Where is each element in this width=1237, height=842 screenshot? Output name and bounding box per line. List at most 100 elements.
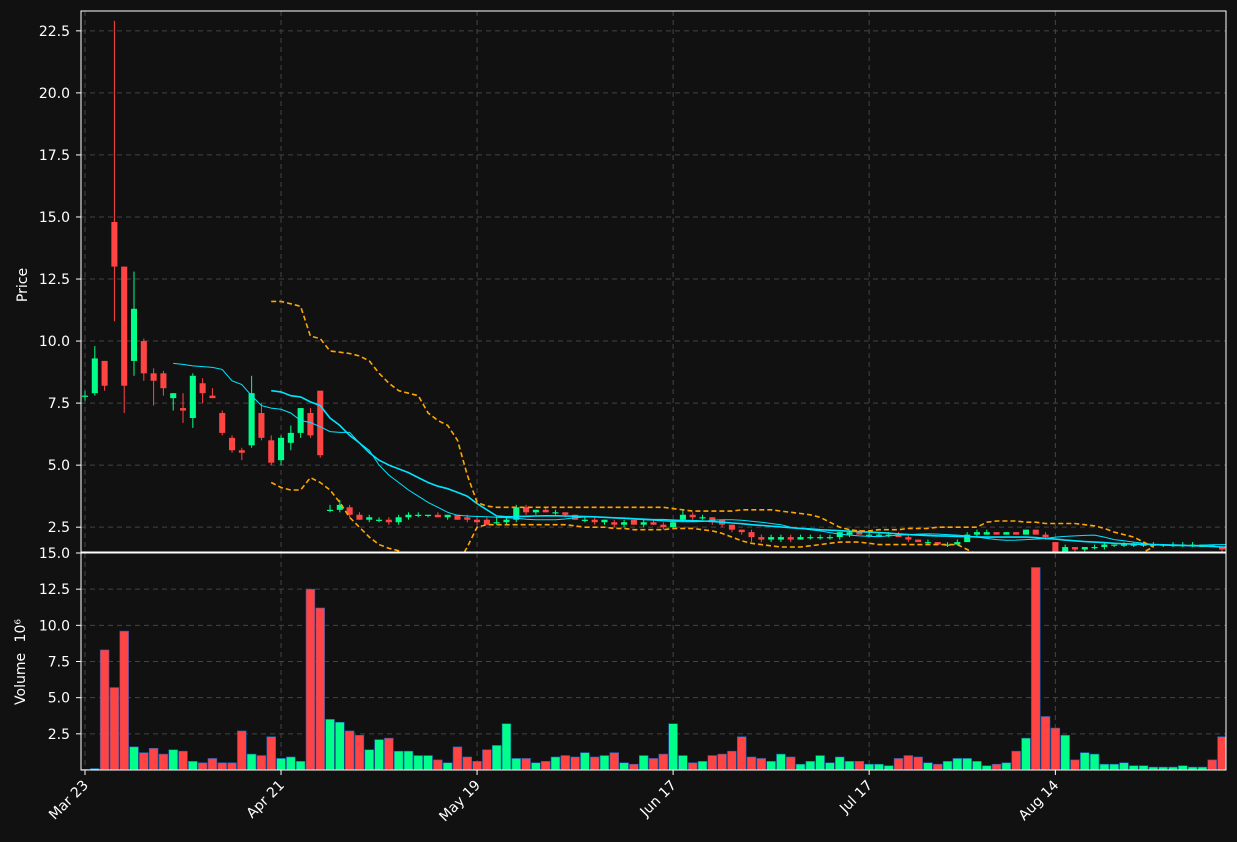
volume-bar xyxy=(364,749,374,770)
volume-bar xyxy=(246,753,257,770)
candle-body xyxy=(327,509,334,512)
candle-body xyxy=(209,395,216,399)
candle-body xyxy=(493,522,500,524)
volume-bar xyxy=(158,753,169,770)
candle-body xyxy=(621,522,628,525)
volume-bar xyxy=(462,756,472,770)
candle-body xyxy=(787,537,794,540)
volume-bar xyxy=(178,750,188,770)
volume-bar xyxy=(442,762,453,770)
candle-body xyxy=(748,532,755,538)
volume-bar xyxy=(570,756,580,770)
price-ytick-label: 17.5 xyxy=(39,148,70,164)
candle-body xyxy=(1111,544,1118,546)
volume-bar xyxy=(1119,762,1129,770)
price-ytick-label: 7.5 xyxy=(48,396,70,412)
volume-axis-label: Volume 10⁶ xyxy=(13,619,29,705)
volume-bar xyxy=(619,762,629,770)
candle-body xyxy=(434,514,441,518)
candle-body xyxy=(395,517,402,523)
candle-body xyxy=(552,512,559,514)
volume-bar xyxy=(687,762,698,770)
candle-body xyxy=(111,221,118,267)
volume-bar xyxy=(217,762,227,770)
candle-body xyxy=(1062,547,1069,552)
volume-bar xyxy=(305,588,316,770)
volume-bar xyxy=(423,755,433,770)
candle-body xyxy=(768,537,775,540)
candle-body xyxy=(699,517,706,519)
candle-body xyxy=(924,542,931,544)
chart-canvas: 2.5 5.0 7.5 10.0 12.5 15.0 17.5 20.0 22.5 2.5 5.0… xyxy=(0,0,1237,842)
candle-body xyxy=(150,373,157,381)
volume-bar xyxy=(168,749,178,770)
volume-bar xyxy=(903,755,914,770)
candle-body xyxy=(287,432,294,443)
volume-bar xyxy=(325,719,335,770)
volume-bar xyxy=(991,763,1002,770)
candle-body xyxy=(91,358,98,394)
volume-bar xyxy=(237,730,247,770)
volume-bar xyxy=(1080,752,1090,770)
volume-bar xyxy=(1060,734,1070,770)
volume-bar xyxy=(227,762,237,770)
volume-ytick-label: 2.5 xyxy=(48,727,70,743)
volume-bar xyxy=(629,763,639,770)
volume-bar xyxy=(697,761,708,770)
volume-bar xyxy=(1040,716,1051,770)
volume-bar xyxy=(482,749,492,770)
candle-body xyxy=(915,539,922,543)
volume-bar xyxy=(893,758,904,770)
volume-scale-label: 10⁶ xyxy=(13,619,29,643)
candle-body xyxy=(1101,544,1108,548)
volume-bar xyxy=(1178,765,1188,770)
volume-bar xyxy=(874,763,884,770)
volume-bar xyxy=(374,739,384,770)
volume-bar xyxy=(521,758,531,770)
candle-body xyxy=(1013,532,1020,535)
candle-body xyxy=(826,537,833,539)
candle-body xyxy=(228,437,236,451)
candle-body xyxy=(1052,542,1059,552)
volume-bar xyxy=(315,607,325,770)
candle-body xyxy=(679,514,686,520)
volume-bar xyxy=(609,752,620,770)
volume-bar xyxy=(844,761,855,770)
volume-bar xyxy=(413,755,423,770)
volume-bar xyxy=(501,723,512,770)
candle-body xyxy=(366,517,373,520)
candle-body xyxy=(307,413,314,436)
volume-bar xyxy=(393,750,404,770)
volume-bar xyxy=(599,755,610,770)
volume-bar xyxy=(962,758,972,770)
candle-body xyxy=(650,522,657,525)
candle-body xyxy=(670,522,677,528)
volume-bar xyxy=(335,721,345,770)
volume-bar xyxy=(746,756,757,770)
candle-body xyxy=(189,375,196,418)
volume-bar xyxy=(864,763,874,770)
volume-bar xyxy=(472,761,482,770)
candle-body xyxy=(1032,529,1039,535)
volume-bar xyxy=(256,755,267,770)
candle-body xyxy=(425,514,432,516)
candle-body xyxy=(444,514,451,518)
volume-bar xyxy=(491,745,502,770)
price-plot-area xyxy=(81,11,1226,552)
volume-bar xyxy=(1031,567,1041,770)
volume-bar xyxy=(580,752,590,770)
volume-bar xyxy=(678,755,688,770)
volume-bar xyxy=(344,730,355,770)
candle-body xyxy=(905,537,912,540)
candle-body xyxy=(1120,544,1128,546)
candle-body xyxy=(993,532,1000,535)
candle-body xyxy=(385,519,392,523)
volume-bar xyxy=(139,752,149,770)
volume-bar xyxy=(815,755,825,770)
volume-bar xyxy=(109,687,120,770)
candle-body xyxy=(758,537,765,540)
volume-bar xyxy=(776,753,786,770)
candle-body xyxy=(199,383,206,394)
volume-bar xyxy=(1050,727,1061,770)
volume-bar xyxy=(452,746,463,770)
